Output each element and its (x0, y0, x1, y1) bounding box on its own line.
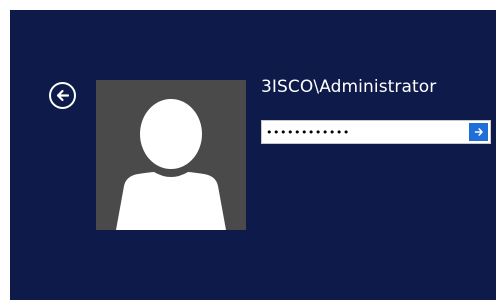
password-input[interactable] (262, 121, 468, 143)
arrow-right-icon (474, 128, 483, 136)
avatar (96, 80, 246, 230)
user-silhouette-icon (116, 99, 226, 230)
lock-screen: 3ISCO\Administrator (10, 10, 496, 300)
back-button[interactable] (49, 82, 76, 109)
submit-button[interactable] (469, 123, 488, 141)
password-field (261, 120, 491, 144)
arrow-left-icon (56, 89, 70, 102)
username-label: 3ISCO\Administrator (261, 77, 437, 97)
